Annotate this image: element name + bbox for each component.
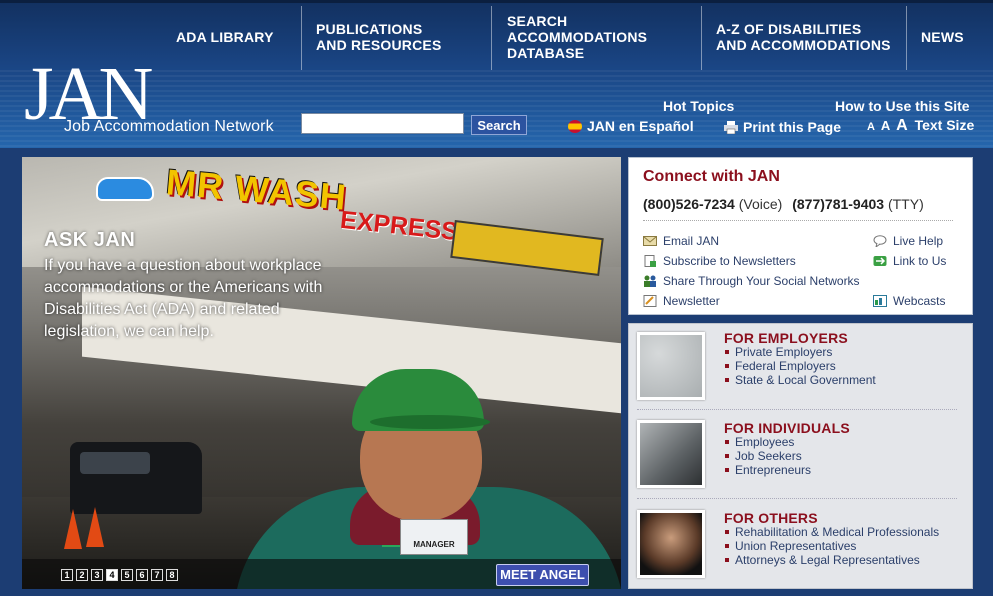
for-individuals-heading[interactable]: FOR INDIVIDUALS: [724, 420, 850, 436]
people-icon: [644, 275, 656, 287]
how-to-use-link[interactable]: How to Use this Site: [835, 98, 970, 114]
job-seekers-link[interactable]: Job Seekers: [724, 449, 811, 463]
nav-search-accommodations[interactable]: SEARCH ACCOMMODATIONS DATABASE: [507, 3, 687, 71]
connect-title: Connect with JAN: [643, 168, 780, 185]
rehabilitation-medical-link[interactable]: Rehabilitation & Medical Professionals: [724, 525, 939, 539]
nav-separator: [491, 6, 492, 70]
hero-controls: 1 2 3 4 5 6 7 8 MEET ANGEL: [22, 559, 621, 589]
hero-text: If you have a question about workplace a…: [44, 257, 323, 340]
nav-a-z-disabilities[interactable]: A-Z OF DISABILITIES AND ACCOMMODATIONS: [716, 3, 901, 71]
slide-pager: 1 2 3 4 5 6 7 8: [61, 569, 178, 581]
audience-divider: [637, 409, 957, 410]
text-size-small[interactable]: A: [867, 121, 875, 133]
chat-icon: [873, 235, 887, 247]
tty-number: (877)781-9403: [792, 196, 885, 212]
attorneys-legal-link[interactable]: Attorneys & Legal Representatives: [724, 553, 939, 567]
newsletter-icon: [643, 295, 657, 307]
slide-page-6[interactable]: 6: [136, 569, 148, 581]
employers-list: Private Employers Federal Employers Stat…: [724, 345, 876, 387]
slide-page-4[interactable]: 4: [106, 569, 118, 581]
sign-language-thumbnail: [637, 510, 705, 578]
spain-flag-icon: [568, 120, 582, 133]
entrepreneurs-link[interactable]: Entrepreneurs: [724, 463, 811, 477]
social-networks-link[interactable]: Share Through Your Social Networks: [643, 274, 860, 288]
live-help-link[interactable]: Live Help: [873, 234, 943, 248]
truck-graphic: [70, 442, 202, 514]
person-cap-brim: [370, 415, 490, 429]
logo-subtitle: Job Accommodation Network: [64, 118, 274, 135]
union-representatives-link[interactable]: Union Representatives: [724, 539, 939, 553]
webcast-icon: [873, 295, 887, 307]
for-others-heading[interactable]: FOR OTHERS: [724, 510, 818, 526]
wheelchair-thumbnail: [637, 420, 705, 488]
connect-divider: [643, 220, 953, 221]
audience-panel: FOR EMPLOYERS Private Employers Federal …: [628, 323, 973, 589]
nav-publications[interactable]: PUBLICATIONS AND RESOURCES: [316, 3, 476, 71]
hero-title: ASK JAN: [44, 229, 136, 251]
nav-separator: [301, 6, 302, 70]
search-input[interactable]: [301, 113, 464, 134]
for-employers-heading[interactable]: FOR EMPLOYERS: [724, 330, 848, 346]
nav-separator: [906, 6, 907, 70]
text-size-control: A A A Text Size: [867, 117, 974, 135]
text-size-medium[interactable]: A: [881, 118, 890, 133]
slide-page-7[interactable]: 7: [151, 569, 163, 581]
text-size-label: Text Size: [914, 117, 975, 133]
slide-page-5[interactable]: 5: [121, 569, 133, 581]
link-to-us-link[interactable]: Link to Us: [873, 254, 946, 268]
webcasts-link[interactable]: Webcasts: [873, 294, 945, 308]
search-button[interactable]: Search: [471, 115, 527, 135]
braille-thumbnail: [637, 332, 705, 400]
nav-separator: [701, 6, 702, 70]
meet-angel-button[interactable]: MEET ANGEL: [496, 564, 589, 586]
name-badge: MANAGER: [400, 519, 468, 555]
espanol-link[interactable]: JAN en Español: [568, 118, 694, 134]
hot-topics-link[interactable]: Hot Topics: [663, 98, 734, 114]
others-list: Rehabilitation & Medical Professionals U…: [724, 525, 939, 567]
nav-news[interactable]: NEWS: [921, 3, 981, 71]
traffic-cone-graphic: [64, 509, 82, 549]
traffic-cone-graphic: [86, 507, 104, 547]
jan-logo[interactable]: JAN Job Accommodation Network: [24, 56, 289, 138]
voice-label: (Voice): [738, 196, 783, 212]
individuals-list: Employees Job Seekers Entrepreneurs: [724, 435, 811, 477]
voice-number: (800)526-7234: [643, 196, 735, 212]
car-sign-graphic: [96, 177, 154, 201]
slide-page-8[interactable]: 8: [166, 569, 178, 581]
audience-divider: [637, 498, 957, 499]
text-size-large[interactable]: A: [896, 117, 908, 134]
state-local-government-link[interactable]: State & Local Government: [724, 373, 876, 387]
tty-label: (TTY): [887, 196, 924, 212]
print-page-link[interactable]: Print this Page: [724, 119, 841, 135]
subscribe-newsletters-link[interactable]: Subscribe to Newsletters: [643, 254, 796, 268]
link-icon: [873, 256, 887, 266]
email-icon: [643, 236, 657, 246]
slide-page-3[interactable]: 3: [91, 569, 103, 581]
hero-slideshow: MR WASH EXPRESS MANAGER ASK JAN If you h…: [22, 157, 621, 589]
document-plus-icon: [644, 255, 656, 267]
slide-page-1[interactable]: 1: [61, 569, 73, 581]
email-jan-link[interactable]: Email JAN: [643, 234, 719, 248]
phone-numbers: (800)526-7234 (Voice) (877)781-9403 (TTY…: [643, 196, 924, 212]
employees-link[interactable]: Employees: [724, 435, 811, 449]
site-header: ADA LIBRARY PUBLICATIONS AND RESOURCES S…: [0, 0, 993, 148]
connect-panel: Connect with JAN (800)526-7234 (Voice) (…: [628, 157, 973, 315]
printer-icon: [724, 121, 738, 134]
slide-page-2[interactable]: 2: [76, 569, 88, 581]
newsletter-link[interactable]: Newsletter: [643, 294, 720, 308]
federal-employers-link[interactable]: Federal Employers: [724, 359, 876, 373]
private-employers-link[interactable]: Private Employers: [724, 345, 876, 359]
